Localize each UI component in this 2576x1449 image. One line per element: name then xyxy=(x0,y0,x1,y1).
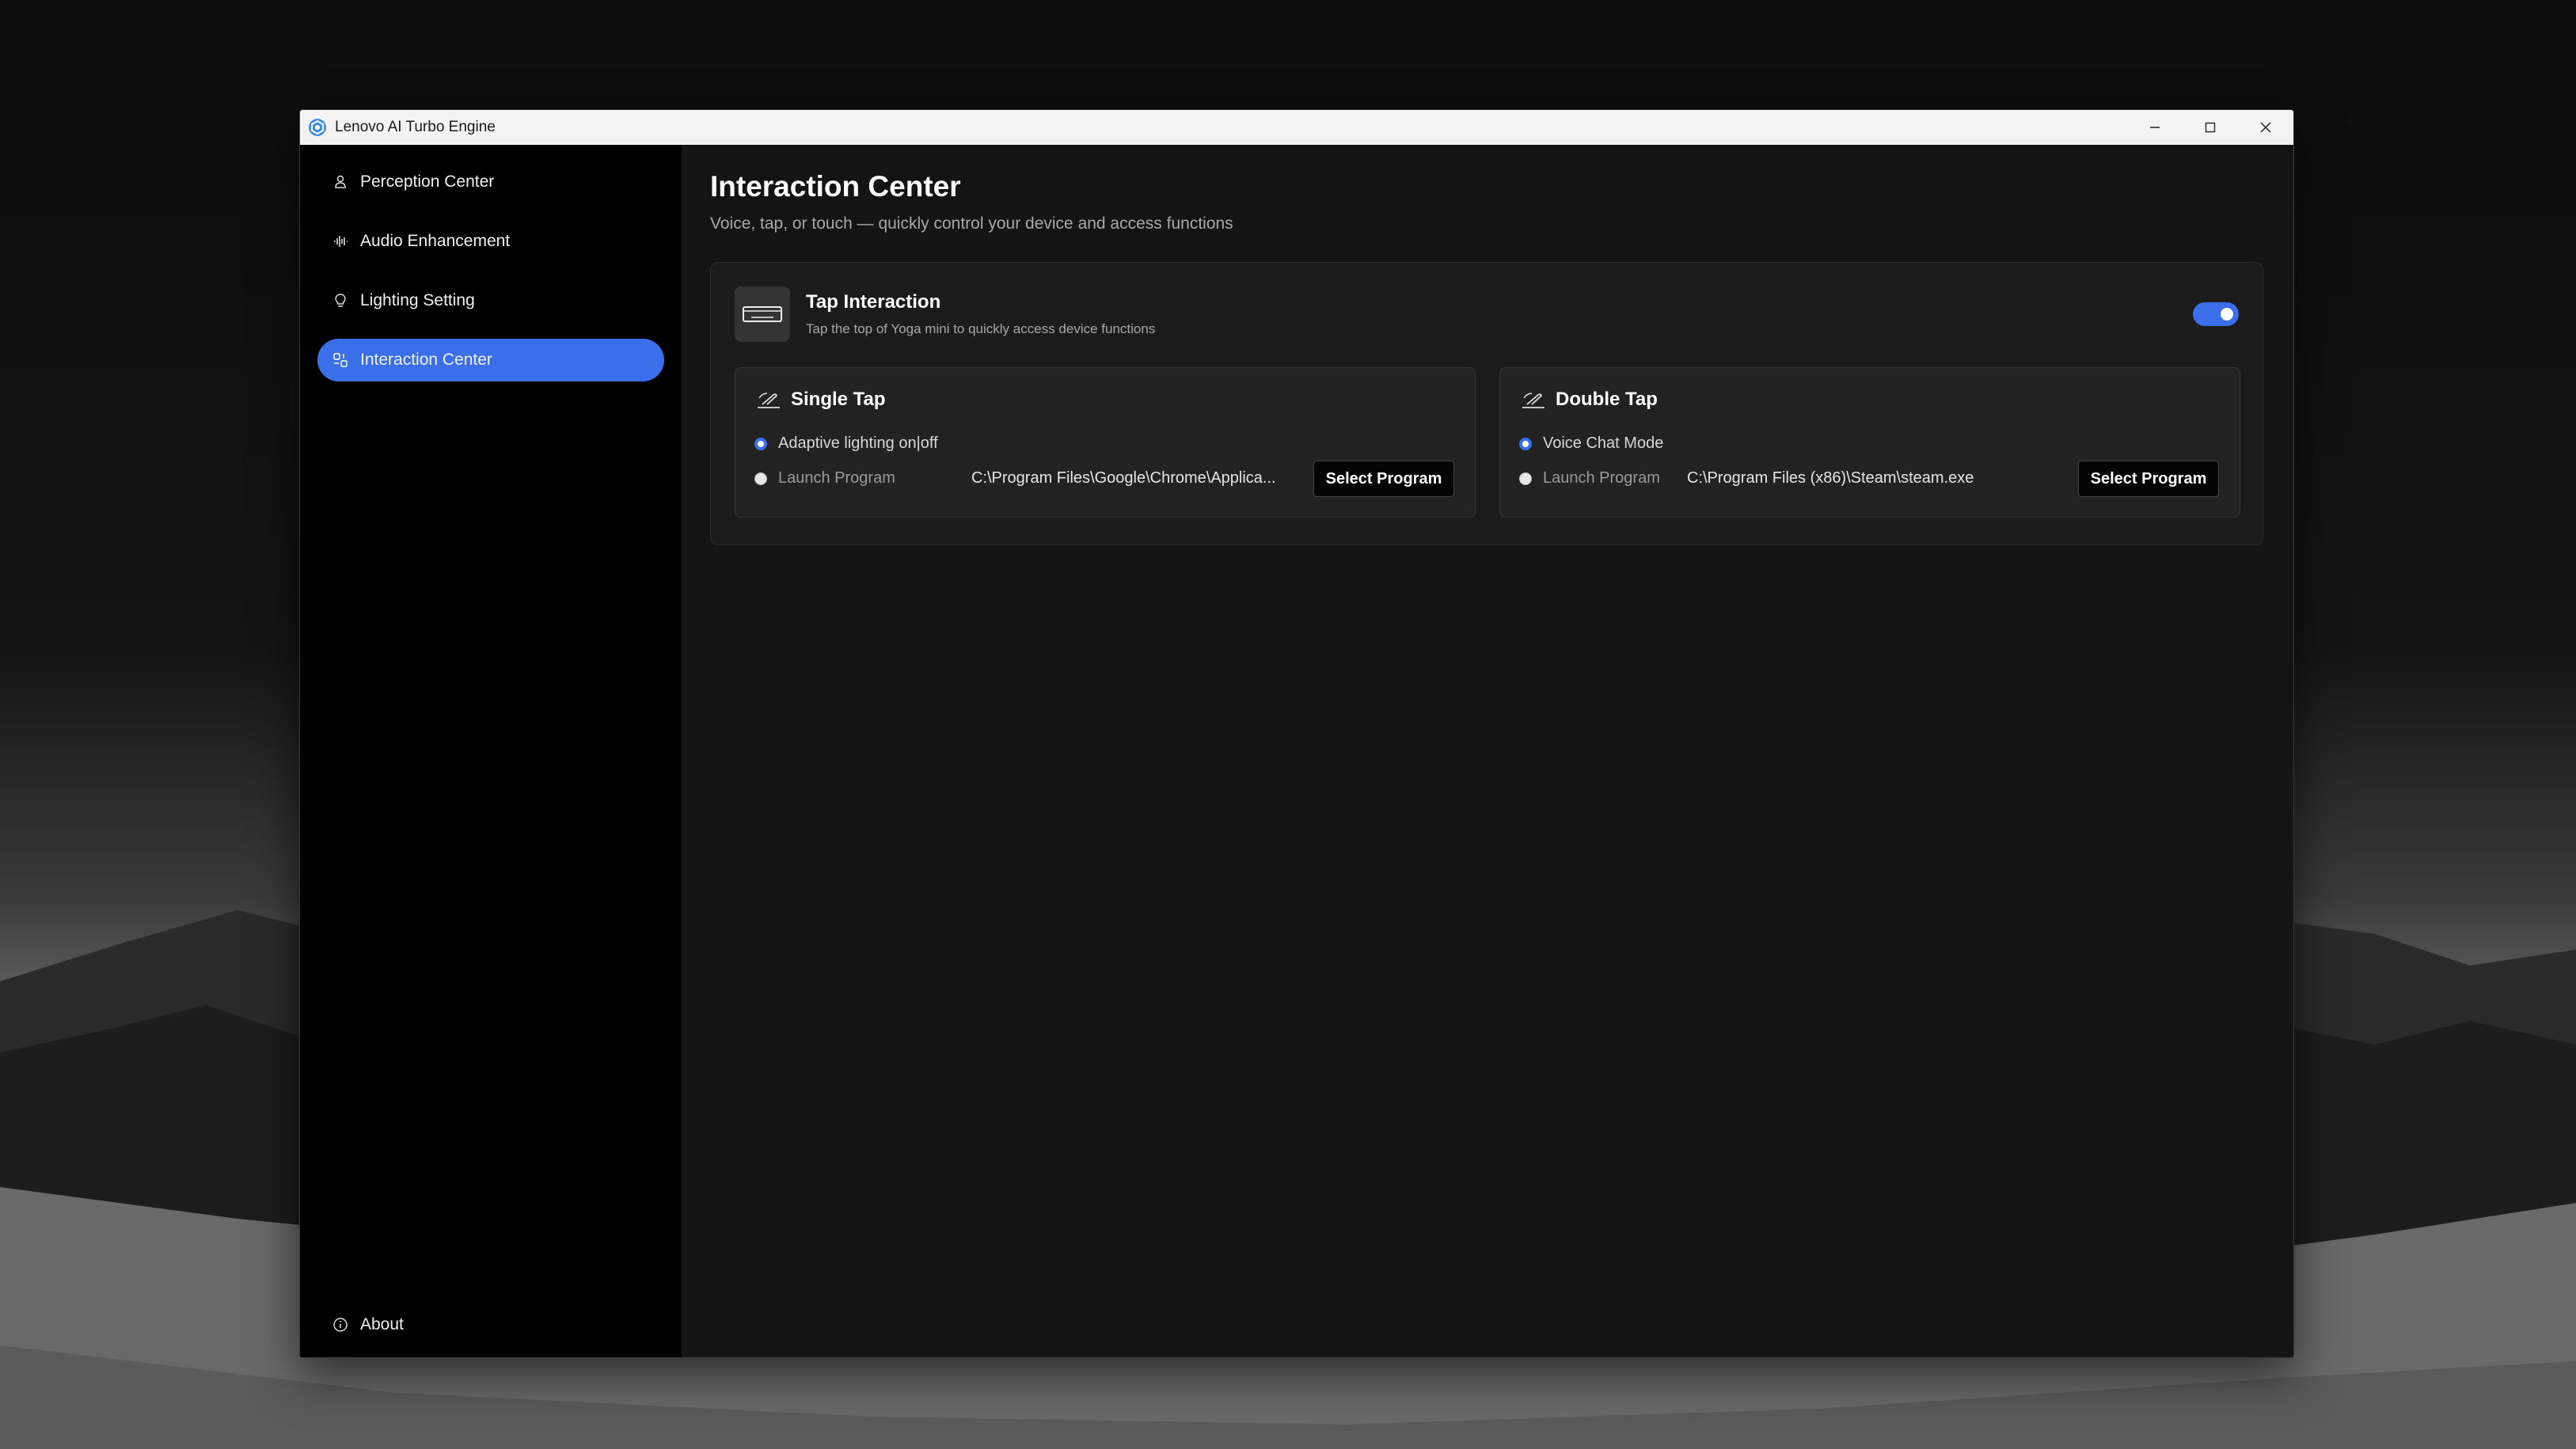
sidebar-item-audio-enhancement[interactable]: Audio Enhancement xyxy=(317,220,664,263)
device-icon xyxy=(735,286,790,342)
sidebar-item-lighting-setting[interactable]: Lighting Setting xyxy=(317,279,664,322)
single-tap-program-path: C:\Program Files\Google\Chrome\Applica..… xyxy=(971,469,1276,487)
sidebar-item-label: About xyxy=(360,1315,404,1333)
app-logo-icon xyxy=(309,119,326,136)
sidebar-item-label: Audio Enhancement xyxy=(360,232,511,250)
tap-gesture-icon xyxy=(1522,393,1544,408)
info-icon xyxy=(330,1314,351,1335)
radio-unselected[interactable] xyxy=(754,472,767,485)
toggle-knob xyxy=(2221,308,2233,321)
radio-selected[interactable] xyxy=(1519,437,1532,450)
single-tap-option-launch-program[interactable]: Launch Program xyxy=(754,469,895,487)
option-label: Launch Program xyxy=(778,469,895,487)
radio-unselected[interactable] xyxy=(1519,472,1532,485)
tap-interaction-title: Tap Interaction xyxy=(806,291,941,313)
close-button[interactable] xyxy=(2238,110,2293,145)
option-label: Voice Chat Mode xyxy=(1543,434,1664,452)
sidebar-item-interaction-center[interactable]: Interaction Center xyxy=(317,339,664,381)
page-subtitle: Voice, tap, or touch — quickly control y… xyxy=(710,214,1233,233)
double-tap-option-voice-chat[interactable]: Voice Chat Mode xyxy=(1519,434,1663,453)
tap-interaction-description: Tap the top of Yoga mini to quickly acce… xyxy=(806,321,1156,336)
person-icon xyxy=(330,172,351,192)
sidebar-item-perception-center[interactable]: Perception Center xyxy=(317,161,664,203)
maximize-button[interactable] xyxy=(2183,110,2238,145)
title-bar[interactable]: Lenovo AI Turbo Engine xyxy=(300,110,2293,146)
sidebar-item-label: Interaction Center xyxy=(360,351,492,369)
minimize-button[interactable] xyxy=(2127,110,2183,145)
tap-gesture-icon xyxy=(758,393,780,408)
single-tap-card: Single Tap Adaptive lighting on|off Laun… xyxy=(735,367,1476,518)
single-tap-option-adaptive-lighting[interactable]: Adaptive lighting on|off xyxy=(754,434,938,453)
app-window: Lenovo AI Turbo Engine Perception Center xyxy=(299,109,2294,1358)
radio-selected[interactable] xyxy=(754,437,767,450)
tap-interaction-panel: Tap Interaction Tap the top of Yoga mini… xyxy=(710,262,2263,545)
bulb-icon xyxy=(330,290,351,311)
option-label: Adaptive lighting on|off xyxy=(778,434,938,452)
sidebar-item-label: Lighting Setting xyxy=(360,291,475,309)
double-tap-select-program-button[interactable]: Select Program xyxy=(2078,461,2219,497)
double-tap-program-path: C:\Program Files (x86)\Steam\steam.exe xyxy=(1687,469,1974,487)
close-icon xyxy=(2260,122,2271,133)
option-label: Launch Program xyxy=(1543,469,1660,487)
main-content: Interaction Center Voice, tap, or touch … xyxy=(682,145,2293,1357)
single-tap-select-program-button[interactable]: Select Program xyxy=(1313,461,1454,497)
tap-interaction-toggle[interactable] xyxy=(2193,302,2239,326)
audio-wave-icon xyxy=(330,231,351,252)
window-title: Lenovo AI Turbo Engine xyxy=(335,119,496,135)
minimize-icon xyxy=(2150,127,2160,128)
double-tap-card: Double Tap Voice Chat Mode Launch Progra… xyxy=(1499,367,2240,518)
double-tap-title: Double Tap xyxy=(1556,389,1658,410)
interaction-icon xyxy=(330,350,351,370)
page-title: Interaction Center xyxy=(710,170,961,203)
double-tap-option-launch-program[interactable]: Launch Program xyxy=(1519,469,1660,487)
sidebar-item-about[interactable]: About xyxy=(317,1303,664,1346)
sidebar: Perception Center Audio Enhancement Ligh… xyxy=(300,145,682,1357)
maximize-icon xyxy=(2205,122,2216,133)
single-tap-title: Single Tap xyxy=(791,389,886,410)
sidebar-item-label: Perception Center xyxy=(360,173,495,191)
